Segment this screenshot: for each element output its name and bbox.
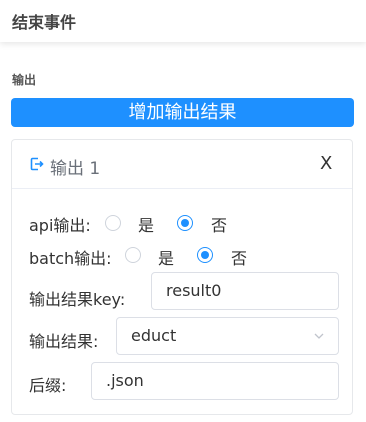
- add-output-result-button[interactable]: 增加输出结果: [11, 98, 354, 127]
- end-event-panel: 结束事件 输出 增加输出结果 输出 1 X api输出: 是 否 batch输出…: [0, 0, 366, 422]
- result-select-value: educt: [131, 326, 177, 345]
- api-output-yes-label[interactable]: 是: [138, 212, 154, 236]
- result-key-input[interactable]: result0: [151, 272, 339, 310]
- chevron-down-icon: [314, 333, 324, 339]
- api-output-no-radio[interactable]: [177, 215, 193, 231]
- batch-output-yes-label[interactable]: 是: [158, 245, 174, 269]
- batch-output-no-radio[interactable]: [197, 247, 213, 263]
- suffix-input[interactable]: .json: [91, 362, 339, 400]
- close-icon[interactable]: X: [320, 153, 332, 174]
- output-card: 输出 1 X api输出: 是 否 batch输出: 是 否 输出结果key: …: [11, 139, 353, 415]
- output-card-title: 输出 1: [50, 159, 101, 179]
- result-key-label: 输出结果key:: [29, 290, 126, 309]
- result-select[interactable]: educt: [116, 317, 339, 355]
- output-section-label: 输出: [12, 73, 37, 87]
- output-card-header: 输出 1 X: [12, 140, 352, 189]
- panel-title: 结束事件: [12, 13, 77, 32]
- api-output-yes-radio[interactable]: [105, 215, 121, 231]
- batch-output-no-label[interactable]: 否: [231, 245, 247, 269]
- output-arrow-icon: [30, 157, 44, 171]
- result-label: 输出结果:: [29, 332, 99, 351]
- suffix-label: 后缀:: [29, 376, 67, 395]
- api-output-no-label[interactable]: 否: [211, 212, 227, 236]
- batch-output-yes-radio[interactable]: [125, 247, 141, 263]
- api-output-label: api输出:: [29, 216, 91, 235]
- panel-header: 结束事件: [0, 0, 366, 42]
- batch-output-label: batch输出:: [29, 249, 112, 268]
